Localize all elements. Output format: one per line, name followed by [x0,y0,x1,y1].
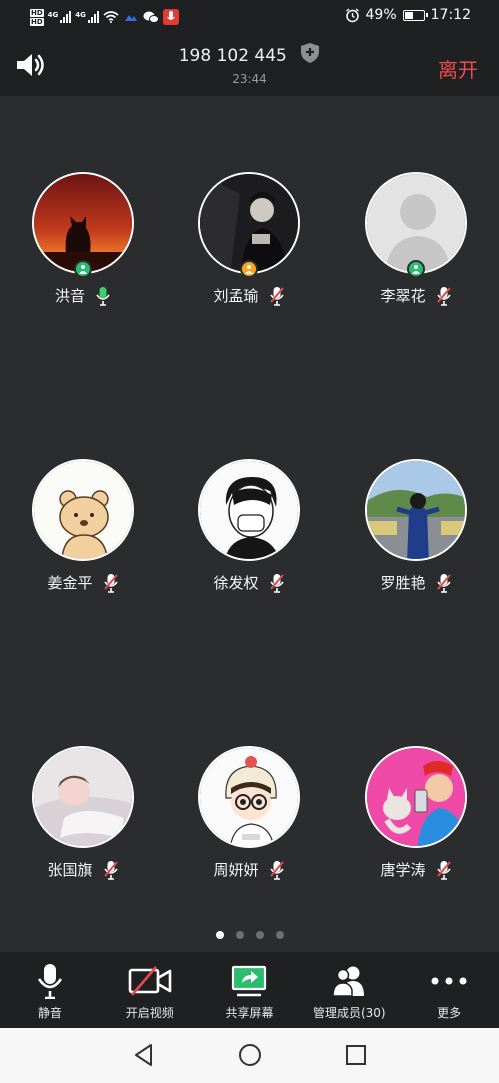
participant-name: 唐学涛 [380,861,426,879]
more-dots-icon [431,977,467,985]
share-screen-icon [232,965,267,997]
avatar [32,172,134,274]
mute-button[interactable]: 静音 [0,952,100,1028]
battery-percent: 49% [365,7,397,23]
participant-name: 张国旗 [47,861,93,879]
avatar [198,172,300,274]
participant-tile[interactable]: 刘孟瑜 [166,172,332,312]
participant-tile[interactable]: 张国旗 [0,746,166,886]
meeting-id[interactable]: 198 102 445 [0,42,499,66]
participant-name: 周妍妍 [213,861,259,879]
status-bar: HD HD 4G 4G 49% 17:12 [0,0,499,34]
microphone-icon [37,964,62,999]
more-label: 更多 [437,1006,462,1020]
meeting-header: 198 102 445 23:44 离开 [0,34,499,96]
participant-name: 李翠花 [380,287,426,305]
participant-tile[interactable]: 姜金平 [0,459,166,599]
participant-tile[interactable]: 徐发权 [166,459,332,599]
signal-icon: 4G [75,11,99,23]
participant-name: 刘孟瑜 [213,287,259,305]
wifi-icon [103,11,119,23]
page-dot[interactable] [215,931,224,939]
page-indicator[interactable] [0,931,499,939]
participant-name: 姜金平 [47,574,93,592]
cohost-badge-icon [240,260,258,278]
page-dot[interactable] [255,931,264,939]
hd-icon: HD HD [30,8,44,26]
home-icon[interactable] [237,1042,263,1068]
back-icon[interactable] [131,1042,157,1068]
avatar [198,459,300,561]
participant-tile[interactable]: 唐学涛 [333,746,499,886]
participant-tile[interactable]: 罗胜艳 [333,459,499,599]
mic-off-icon [269,286,284,306]
leave-button[interactable]: 离开 [438,54,478,83]
wechat-icon [143,11,159,23]
shield-icon [301,43,320,63]
signal-icon: 4G [48,11,72,23]
manage-members-button[interactable]: 管理成员(30) [299,952,399,1028]
share-screen-button[interactable]: 共享屏幕 [200,952,300,1028]
status-right: 49% 17:12 [345,7,471,23]
page-dot[interactable] [235,931,244,939]
mic-off-icon [103,860,118,880]
participant-name: 洪音 [54,287,85,305]
start-video-button[interactable]: 开启视频 [100,952,200,1028]
system-nav-bar [0,1028,499,1083]
status-left: HD HD 4G 4G [30,6,179,28]
host-badge-icon [407,260,425,278]
video-off-icon [128,966,171,996]
mic-off-icon [436,860,451,880]
share-label: 共享屏幕 [225,1006,274,1020]
avatar [198,746,300,848]
meeting-toolbar: 静音 开启视频 共享屏幕 管理成员(30) 更多 [0,952,499,1028]
avatar [32,746,134,848]
battery-icon [402,9,428,21]
avatar [365,172,467,274]
members-label: 管理成员(30) [312,1006,386,1020]
mic-recording-icon [162,9,179,25]
participant-name: 罗胜艳 [380,574,426,592]
participant-tile[interactable]: 周妍妍 [166,746,332,886]
cloud-icon [124,15,137,21]
video-label: 开启视频 [125,1006,174,1020]
clock: 17:12 [430,7,471,23]
avatar [365,459,467,561]
mic-on-icon [96,286,110,306]
recents-icon[interactable] [343,1042,369,1068]
more-button[interactable]: 更多 [399,952,499,1028]
mic-off-icon [436,286,451,306]
mute-label: 静音 [37,1006,62,1020]
mic-off-icon [269,860,284,880]
avatar [365,746,467,848]
participant-name: 徐发权 [213,574,259,592]
participant-tile[interactable]: 洪音 [0,172,166,312]
mic-off-icon [103,573,118,593]
mic-off-icon [436,573,451,593]
host-badge-icon [74,260,92,278]
avatar [32,459,134,561]
members-icon [332,966,365,997]
mic-off-icon [269,573,284,593]
page-dot[interactable] [275,931,284,939]
alarm-icon [345,7,359,22]
meeting-duration: 23:44 [232,72,267,86]
participant-tile[interactable]: 李翠花 [333,172,499,312]
